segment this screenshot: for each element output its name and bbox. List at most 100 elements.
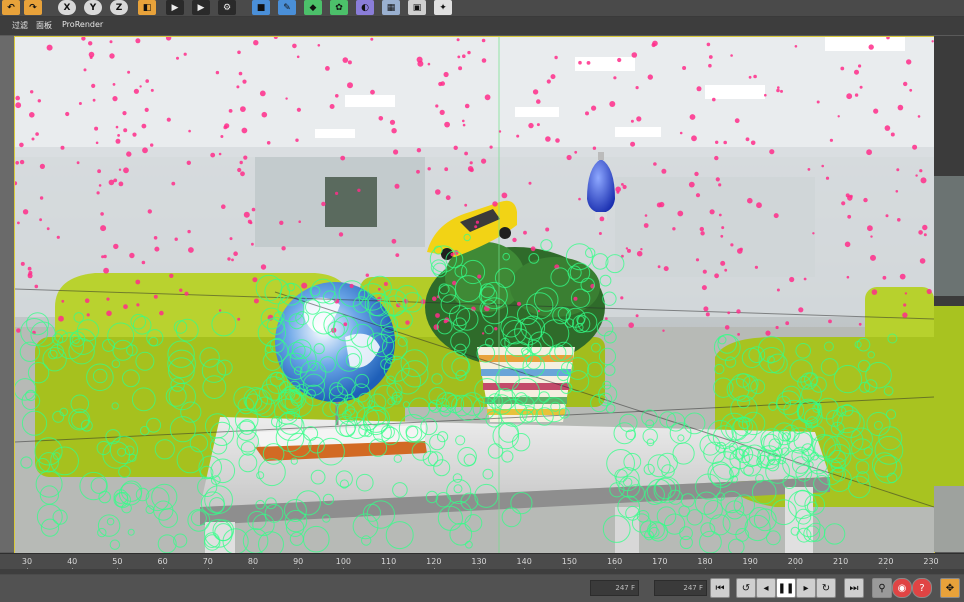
pink-track-point [803,277,807,281]
render-settings-icon[interactable]: ⚙ [218,0,236,15]
menu-panel[interactable]: 面板 [36,20,52,31]
timeline-scrollbar[interactable] [0,569,964,574]
pink-track-point [135,38,141,44]
axis-x-button[interactable]: X [58,0,76,15]
pink-track-point [118,181,124,187]
pink-track-point [239,160,243,165]
pink-track-point [737,248,743,254]
menu-filter[interactable]: 过滤 [12,20,28,31]
pink-track-point [27,273,33,279]
light-icon[interactable]: ✦ [434,0,452,15]
pink-track-point [909,88,913,92]
pink-track-point [126,151,132,157]
pink-track-point [682,66,687,70]
pink-track-point [329,104,335,109]
step-back-icon[interactable]: ◂ [756,578,776,598]
coordinate-system-icon[interactable]: ◧ [138,0,156,15]
ceiling-light [705,85,765,99]
cube-icon[interactable]: ■ [252,0,270,15]
pink-track-point [349,283,354,289]
keyframe-link-icon[interactable]: ⚲ [872,578,892,598]
pink-track-point [847,214,852,219]
pink-track-point [457,55,461,59]
array-icon[interactable]: ✿ [330,0,348,15]
pink-track-point [39,218,42,222]
pink-track-point [228,109,233,113]
pink-track-point [427,167,431,171]
pink-track-point [709,209,715,215]
go-to-end-icon[interactable]: ⏭ [844,578,864,598]
pink-track-point [661,168,667,174]
pink-track-point [536,123,540,127]
pink-track-point [592,146,597,150]
pink-track-point [391,128,397,134]
pink-track-point [435,189,441,195]
pink-track-point [882,275,887,280]
pink-track-point [377,287,381,291]
render-picture-viewer-icon[interactable]: ▶ [192,0,210,15]
previous-key-icon[interactable]: ↺ [736,578,756,598]
undo-icon[interactable]: ↶ [2,0,20,15]
axis-y-button[interactable]: Y [84,0,102,15]
pink-track-point [922,224,928,231]
pink-track-point [281,246,286,251]
pink-track-point [926,288,932,295]
pink-track-point [871,289,878,295]
pink-track-point [897,104,904,111]
pink-track-point [745,137,750,142]
pink-track-point [688,181,695,188]
pink-track-point [585,111,589,116]
menu-prorender[interactable]: ProRender [62,20,103,29]
pink-track-point [184,291,189,296]
next-key-icon[interactable]: ↻ [816,578,836,598]
pink-track-point [65,111,70,117]
notice-board [325,177,377,227]
pink-track-point [899,273,906,280]
render-view-icon[interactable]: ▶ [166,0,184,15]
pink-track-point [443,71,449,78]
pink-track-point [657,265,661,269]
step-forward-icon[interactable]: ▸ [796,578,816,598]
pink-track-point [701,285,707,291]
current-frame-field[interactable]: 247 F [590,580,639,596]
pink-track-point [615,186,621,193]
pink-track-point [427,62,431,66]
pink-track-point [550,74,556,80]
redo-icon[interactable]: ↷ [24,0,42,15]
pink-track-point [242,79,247,84]
pink-track-point [266,141,271,145]
pink-track-point [223,125,228,130]
floor-icon[interactable]: ▦ [382,0,400,15]
pink-track-point [58,315,64,322]
pause-icon[interactable]: ❚❚ [776,578,796,598]
pink-track-point [370,37,374,41]
keyframe-position-icon[interactable]: ✥ [940,578,960,598]
right-panel-edge [934,36,964,552]
pink-track-point [444,121,450,128]
pink-track-point [378,116,384,121]
deformer-icon[interactable]: ◐ [356,0,374,15]
timeline-tick-label: 30 [21,557,33,566]
axis-z-button[interactable]: Z [110,0,128,15]
go-to-start-icon[interactable]: ⏮ [710,578,730,598]
pink-track-point [873,108,879,114]
pink-track-point [640,248,643,251]
pink-track-point [395,253,400,257]
auto-keyframe-icon[interactable]: ? [912,578,932,598]
3d-viewport[interactable] [14,36,935,554]
subdivision-icon[interactable]: ◆ [304,0,322,15]
pink-track-point [88,41,93,46]
pink-track-point [554,55,558,60]
pink-track-point [747,197,753,204]
pink-track-point [903,303,907,307]
pink-track-point [896,168,900,172]
spline-pen-icon[interactable]: ✎ [278,0,296,15]
pink-track-point [720,234,724,238]
timeline-tick-label: 90 [293,557,304,566]
end-frame-field[interactable]: 247 F [654,580,707,596]
pink-track-point [512,237,517,243]
pink-track-point [712,97,716,102]
camera-icon[interactable]: ▣ [408,0,426,15]
record-keyframe-icon[interactable]: ◉ [892,578,912,598]
pink-track-point [61,299,65,303]
